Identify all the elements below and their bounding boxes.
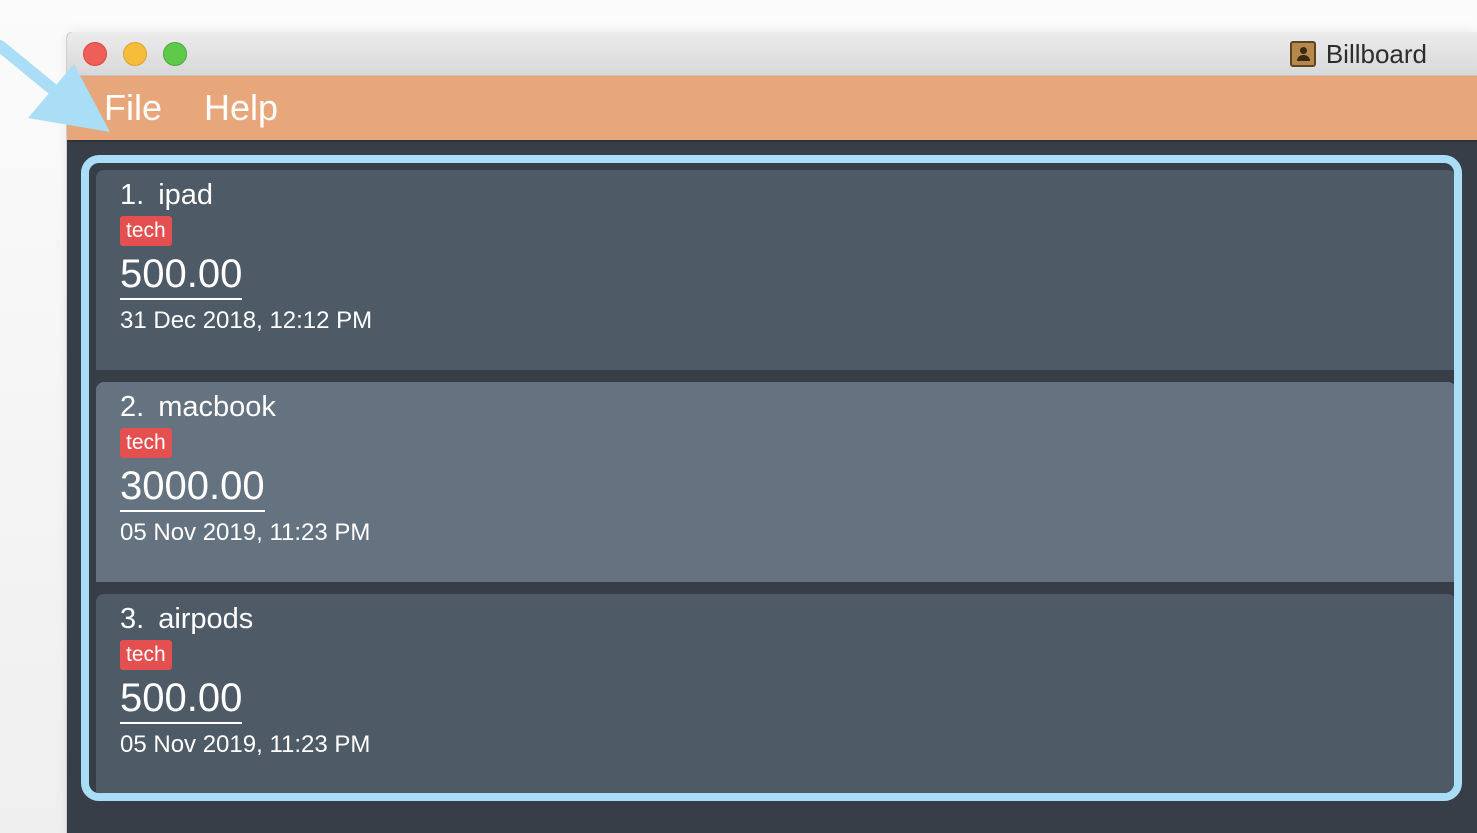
window-title: Billboard bbox=[1289, 32, 1427, 76]
tag-badge: tech bbox=[120, 640, 172, 670]
contacts-app-icon bbox=[1289, 41, 1316, 67]
expense-amount: 500.00 bbox=[120, 250, 243, 300]
expense-date: 31 Dec 2018, 12:12 PM bbox=[120, 307, 373, 334]
menu-bar: File Help bbox=[67, 76, 1477, 142]
expense-list-panel[interactable]: 1. ipad tech 500.00 31 Dec 2018, 12:12 P… bbox=[81, 155, 1462, 801]
expense-date: 05 Nov 2019, 11:23 PM bbox=[120, 519, 371, 546]
expense-amount: 500.00 bbox=[120, 674, 243, 724]
screenshot-stage: Billboard File Help 1. ipad tech 500.00 … bbox=[0, 0, 1477, 833]
title-bar[interactable]: Billboard bbox=[67, 32, 1477, 76]
expense-card[interactable]: 1. ipad tech 500.00 31 Dec 2018, 12:12 P… bbox=[96, 170, 1454, 370]
expense-card[interactable]: 3. airpods tech 500.00 05 Nov 2019, 11:2… bbox=[96, 594, 1454, 793]
expense-amount: 3000.00 bbox=[120, 462, 265, 512]
expense-card-selected[interactable]: 2. macbook tech 3000.00 05 Nov 2019, 11:… bbox=[96, 382, 1454, 582]
expense-title: 1. ipad bbox=[120, 176, 1454, 214]
window-title-text: Billboard bbox=[1325, 38, 1427, 69]
tag-badge: tech bbox=[120, 216, 172, 246]
expense-name: ipad bbox=[158, 179, 214, 211]
expense-name: macbook bbox=[158, 391, 276, 423]
pointer-arrow-icon bbox=[0, 40, 110, 132]
expense-title: 2. macbook bbox=[120, 388, 1454, 426]
expense-date: 05 Nov 2019, 11:23 PM bbox=[120, 731, 371, 758]
tag-badge: tech bbox=[120, 428, 172, 458]
zoom-window-button[interactable] bbox=[163, 42, 187, 66]
expense-index: 3. bbox=[120, 603, 145, 635]
expense-index: 1. bbox=[120, 179, 145, 211]
expense-title: 3. airpods bbox=[120, 600, 1454, 638]
app-window: Billboard File Help 1. ipad tech 500.00 … bbox=[67, 32, 1477, 833]
menu-help[interactable]: Help bbox=[204, 87, 278, 129]
expense-index: 2. bbox=[120, 391, 145, 423]
minimize-window-button[interactable] bbox=[123, 42, 147, 66]
expense-name: airpods bbox=[158, 603, 254, 635]
